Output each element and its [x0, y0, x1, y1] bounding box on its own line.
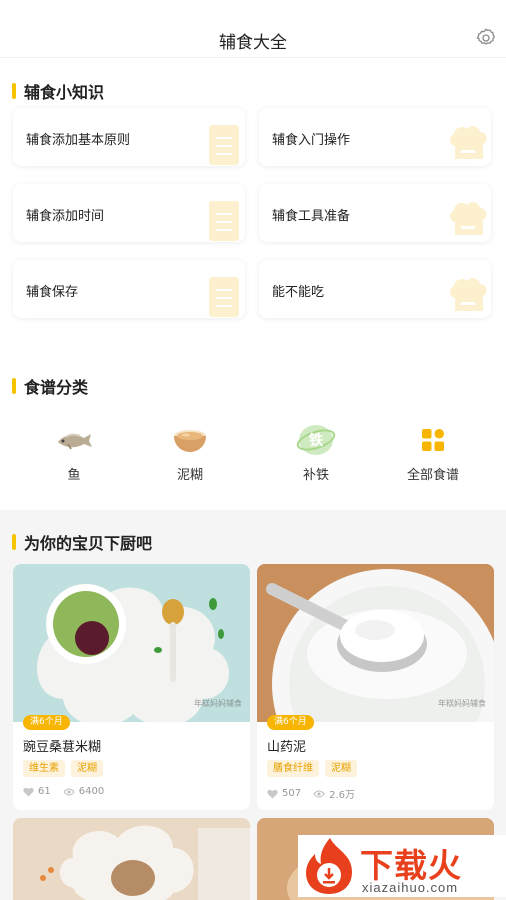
knowledge-card-can-eat[interactable]: 能不能吃	[259, 260, 491, 318]
grid-icon	[422, 429, 444, 451]
document-icon	[209, 277, 239, 317]
category-label: 补铁	[302, 468, 329, 483]
knowledge-section-title: 辅食小知识	[12, 79, 104, 103]
category-label: 鱼	[67, 468, 81, 483]
flame-logo-icon	[306, 838, 352, 894]
likes-count: 61	[38, 786, 51, 797]
recipe-tag: 泥糊	[71, 760, 103, 777]
knowledge-card-timing[interactable]: 辅食添加时间	[13, 184, 245, 242]
eye-icon	[63, 788, 75, 795]
recipe-image-pea-mulberry: 年糕妈妈辅食	[13, 564, 250, 722]
document-icon	[209, 125, 239, 165]
image-watermark: 年糕妈妈辅食	[194, 699, 242, 708]
chef-hat-icon	[449, 202, 487, 235]
document-icon	[209, 201, 239, 241]
recipe-tags: 膳食纤维 泥糊	[267, 760, 357, 777]
iron-badge-text: 铁	[309, 433, 323, 449]
accent-bar	[12, 534, 16, 550]
knowledge-card-principles[interactable]: 辅食添加基本原则	[13, 108, 245, 166]
likes-count: 507	[282, 788, 302, 799]
gear-icon[interactable]	[475, 27, 497, 49]
recipe-card[interactable]: 年糕妈妈辅食 满6个月 豌豆桑葚米糊 维生素 泥糊 61 6400	[13, 564, 250, 810]
eye-icon	[313, 790, 325, 797]
accent-bar	[12, 378, 16, 394]
categories-section-title: 食谱分类	[12, 374, 88, 398]
category-label: 泥糊	[176, 468, 203, 483]
category-iron[interactable]: 铁 补铁	[271, 424, 361, 483]
recipe-tag: 泥糊	[325, 760, 357, 777]
knowledge-card-intro[interactable]: 辅食入门操作	[259, 108, 491, 166]
age-badge: 满6个月	[267, 715, 314, 730]
heart-icon	[23, 787, 34, 796]
recipe-title: 山药泥	[267, 740, 307, 755]
category-fish[interactable]: 鱼	[29, 424, 119, 483]
recipe-tag: 维生素	[23, 760, 65, 777]
knowledge-card-label: 能不能吃	[272, 285, 325, 300]
page-title: 辅食大全	[219, 33, 287, 53]
recipe-tag: 膳食纤维	[267, 760, 319, 777]
iron-badge-icon: 铁	[294, 425, 338, 455]
category-label: 全部食谱	[406, 468, 459, 483]
knowledge-title-text: 辅食小知识	[24, 83, 105, 102]
views-count: 6400	[78, 786, 105, 797]
age-badge: 满6个月	[23, 715, 70, 730]
recipe-tags: 维生素 泥糊	[23, 760, 103, 777]
logo-url: xiazaihuo.com	[362, 880, 459, 895]
recipes-section-title: 为你的宝贝下厨吧	[12, 530, 152, 554]
recipes-title-text: 为你的宝贝下厨吧	[24, 534, 153, 553]
category-all[interactable]: 全部食谱	[388, 424, 478, 483]
knowledge-card-label: 辅食添加基本原则	[26, 133, 131, 148]
category-porridge[interactable]: 泥糊	[145, 424, 235, 483]
knowledge-card-label: 辅食添加时间	[26, 209, 105, 224]
knowledge-card-tools[interactable]: 辅食工具准备	[259, 184, 491, 242]
recipe-stats: 61 6400	[23, 786, 104, 797]
chef-hat-icon	[449, 126, 487, 159]
recipe-card-partial[interactable]	[13, 818, 250, 900]
image-watermark: 年糕妈妈辅食	[438, 699, 486, 708]
site-logo: 下载火 xiazaihuo.com	[298, 835, 506, 897]
porridge-bowl-icon	[174, 430, 206, 452]
knowledge-card-label: 辅食入门操作	[272, 133, 351, 148]
accent-bar	[12, 83, 16, 99]
app-header: 辅食大全	[0, 0, 506, 58]
categories-title-text: 食谱分类	[24, 378, 89, 397]
fish-icon	[58, 433, 92, 450]
knowledge-card-storage[interactable]: 辅食保存	[13, 260, 245, 318]
recipe-image-yam-puree: 年糕妈妈辅食	[257, 564, 494, 722]
chef-hat-icon	[449, 278, 487, 311]
heart-icon	[267, 789, 278, 798]
views-count: 2.6万	[329, 790, 355, 801]
recipe-stats: 507 2.6万	[267, 786, 355, 801]
recipe-title: 豌豆桑葚米糊	[23, 740, 102, 755]
knowledge-card-label: 辅食工具准备	[272, 209, 351, 224]
recipe-card[interactable]: 年糕妈妈辅食 满6个月 山药泥 膳食纤维 泥糊 507 2.6万	[257, 564, 494, 810]
knowledge-card-label: 辅食保存	[26, 285, 79, 300]
